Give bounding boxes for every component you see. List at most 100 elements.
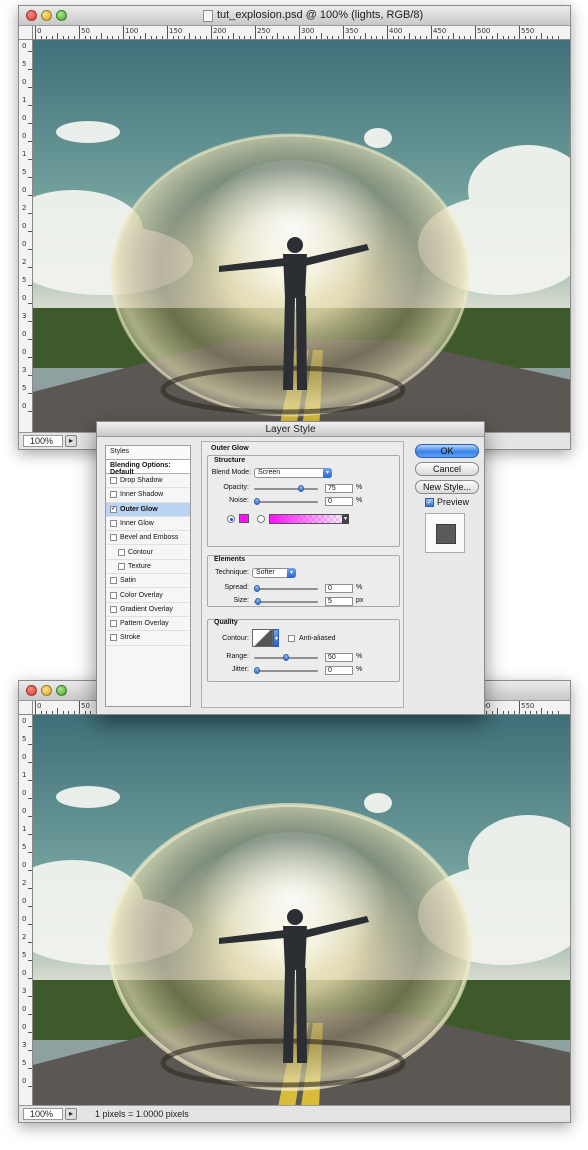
minimize-window-button[interactable] (41, 685, 52, 696)
style-item[interactable]: Drop Shadow (106, 474, 190, 489)
style-item[interactable]: Texture (106, 560, 190, 575)
style-checkbox[interactable] (110, 605, 117, 613)
style-item[interactable]: Inner Shadow (106, 488, 190, 503)
horizontal-ruler[interactable]: 0 50 100 150 200 250 300 350 400 450 500 550 (33, 26, 570, 40)
style-item[interactable]: Bevel and Emboss (106, 531, 190, 546)
ruler-tick (211, 26, 212, 39)
cancel-button[interactable]: Cancel (415, 462, 479, 476)
style-checkbox[interactable] (110, 620, 117, 628)
solid-color-radio[interactable] (227, 515, 235, 523)
ruler-minor-tick (409, 33, 410, 39)
style-item[interactable]: Gradient Overlay (106, 603, 190, 617)
preview-label: Preview (437, 497, 470, 507)
gradient-radio[interactable] (257, 515, 265, 523)
ruler-label: 550 (521, 27, 535, 35)
zoom-window-button[interactable] (56, 10, 67, 21)
spread-label: Spread: (224, 584, 249, 591)
styles-header[interactable]: Styles (106, 446, 190, 460)
anti-aliased-label: Anti-aliased (299, 635, 336, 642)
ruler-origin[interactable] (19, 26, 33, 40)
opacity-input[interactable]: 75 (325, 484, 353, 493)
technique-dropdown[interactable]: Softer ▼ (252, 568, 296, 578)
opacity-slider-knob[interactable] (297, 485, 304, 492)
close-window-button[interactable] (26, 685, 37, 696)
style-checkbox[interactable] (110, 491, 117, 499)
spread-slider-knob[interactable] (254, 585, 260, 592)
preview-toggle[interactable]: ✓ Preview (425, 497, 469, 507)
range-slider-knob[interactable] (283, 654, 289, 661)
blend-mode-value: Screen (258, 469, 281, 476)
status-menu-icon[interactable]: ▸ (65, 435, 77, 447)
size-input[interactable]: 5 (325, 597, 353, 606)
style-item[interactable]: Pattern Overlay (106, 617, 190, 632)
preview-checkbox[interactable]: ✓ (425, 497, 434, 507)
ruler-tick (299, 26, 300, 39)
style-checkbox[interactable] (110, 534, 117, 542)
status-menu-icon[interactable]: ▸ (65, 1108, 77, 1120)
outer-glow-settings: Outer Glow Structure Blend Mode: Screen … (201, 441, 404, 708)
new-style-button[interactable]: New Style... (415, 480, 479, 494)
contour-picker[interactable] (252, 629, 273, 647)
style-checkbox[interactable] (110, 520, 117, 528)
ruler-label: 3 (22, 987, 27, 995)
style-item[interactable]: Color Overlay (106, 588, 190, 603)
ruler-label: 2 (22, 933, 27, 941)
jitter-input[interactable]: 0 (325, 666, 353, 675)
ok-button[interactable]: OK (415, 444, 479, 458)
style-item[interactable]: Stroke (106, 631, 190, 646)
image-canvas[interactable] (33, 40, 570, 432)
chevron-down-icon[interactable]: ▼ (273, 629, 279, 647)
zoom-window-button[interactable] (56, 685, 67, 696)
minimize-window-button[interactable] (41, 10, 52, 21)
style-item[interactable]: Inner Glow (106, 517, 190, 532)
ruler-label: 300 (301, 27, 315, 35)
opacity-slider[interactable] (254, 485, 318, 492)
style-item[interactable]: Satin (106, 574, 190, 589)
style-checkbox[interactable] (110, 477, 117, 485)
ruler-origin[interactable] (19, 701, 33, 715)
zoom-level-field[interactable]: 100% (23, 435, 63, 447)
style-item[interactable]: ✓ Outer Glow (106, 502, 190, 517)
range-input[interactable]: 50 (325, 653, 353, 662)
jitter-slider[interactable] (254, 667, 318, 674)
jitter-slider-knob[interactable] (254, 667, 260, 674)
vertical-ruler[interactable]: 0 5 0 1 0 0 1 5 0 2 0 0 2 5 0 3 0 0 3 5 0 (19, 715, 33, 1105)
blending-options-item[interactable]: Blending Options: Default (106, 460, 190, 476)
close-window-button[interactable] (26, 10, 37, 21)
blend-mode-dropdown[interactable]: Screen ▼ (254, 468, 332, 478)
photo-artwork (33, 121, 570, 432)
glow-gradient-picker[interactable]: ▼ (269, 514, 349, 524)
style-checkbox[interactable] (110, 577, 117, 585)
ruler-label: 550 (521, 702, 535, 710)
size-unit: px (356, 597, 364, 604)
ruler-label: 0 (22, 132, 27, 140)
size-slider[interactable] (254, 598, 318, 605)
glow-color-swatch[interactable] (239, 514, 249, 523)
noise-slider-knob[interactable] (254, 498, 260, 505)
style-item[interactable]: Contour (106, 545, 190, 560)
anti-aliased-checkbox[interactable] (288, 635, 295, 642)
ruler-label: 0 (22, 1005, 27, 1013)
ruler-label: 0 (22, 78, 27, 86)
style-checkbox[interactable] (110, 634, 117, 642)
ruler-tick (343, 26, 344, 39)
vertical-ruler[interactable]: 0 5 0 1 0 0 1 5 0 2 0 0 2 5 0 3 0 0 3 5 0 (19, 40, 33, 432)
chevron-down-icon: ▼ (323, 468, 332, 478)
ruler-label: 0 (22, 114, 27, 122)
image-canvas[interactable] (33, 715, 570, 1105)
range-slider[interactable] (254, 654, 318, 661)
style-checkbox[interactable] (118, 562, 125, 570)
style-checkbox[interactable] (110, 591, 117, 599)
window-titlebar[interactable]: tut_explosion.psd @ 100% (lights, RGB/8) (19, 6, 570, 26)
dialog-titlebar[interactable]: Layer Style (97, 422, 484, 437)
ruler-label: 2 (22, 879, 27, 887)
noise-slider[interactable] (254, 498, 318, 505)
ruler-label: 1 (22, 825, 27, 833)
spread-input[interactable]: 0 (325, 584, 353, 593)
ruler-label: 50 (81, 702, 90, 710)
style-checkbox[interactable]: ✓ (110, 505, 117, 513)
spread-slider[interactable] (254, 585, 318, 592)
style-checkbox[interactable] (118, 548, 125, 556)
zoom-level-field[interactable]: 100% (23, 1108, 63, 1120)
noise-input[interactable]: 0 (325, 497, 353, 506)
